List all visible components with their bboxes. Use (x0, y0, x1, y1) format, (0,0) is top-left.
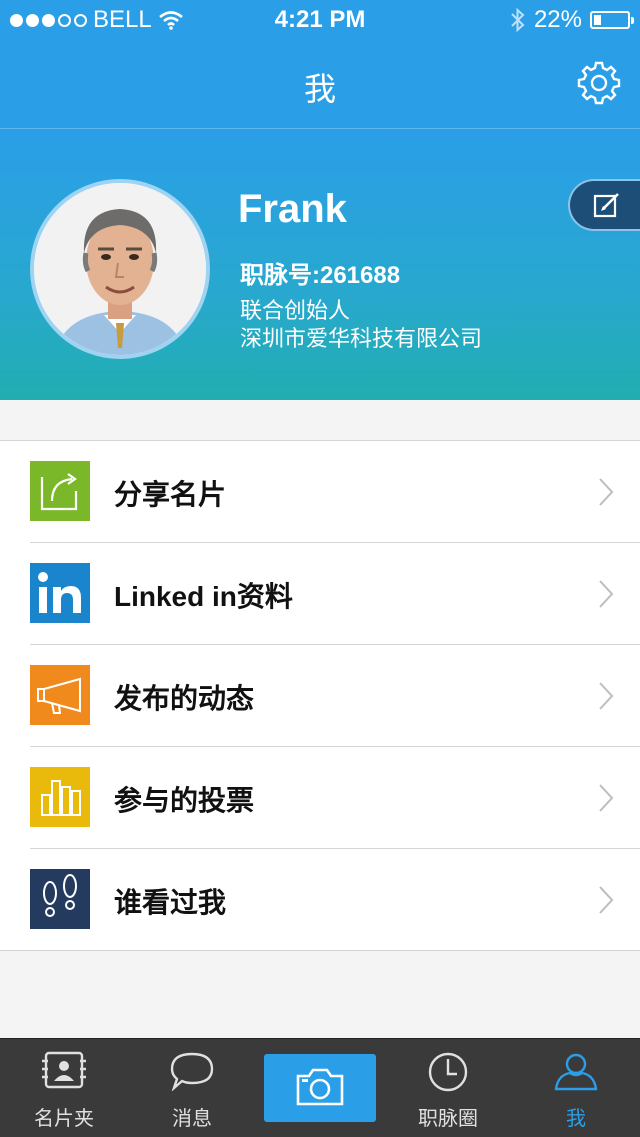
menu-item-share-card[interactable]: 分享名片 (30, 441, 640, 543)
tab-me[interactable]: 我 (512, 1039, 640, 1137)
person-icon (554, 1053, 598, 1091)
tab-label: 名片夹 (34, 1108, 94, 1130)
bluetooth-icon (511, 7, 525, 33)
chat-bubble-icon (170, 1052, 214, 1091)
menu-list: 分享名片 Linked in资料 发布的动态 参与的投票 谁看过我 (0, 440, 640, 951)
menu-item-label: 分享名片 (114, 479, 227, 510)
clock-icon (428, 1052, 468, 1092)
tab-messages[interactable]: 消息 (128, 1039, 256, 1137)
bar-chart-icon (30, 767, 90, 827)
chevron-right-icon (599, 784, 614, 812)
menu-item-label: Linked in资料 (114, 581, 293, 612)
menu-item-label: 谁看过我 (114, 887, 227, 918)
menu-item-visitors[interactable]: 谁看过我 (30, 849, 640, 950)
footprints-icon (30, 869, 90, 929)
menu-item-posts[interactable]: 发布的动态 (30, 645, 640, 747)
tab-label: 消息 (172, 1108, 212, 1130)
profile-name: Frank (238, 187, 347, 231)
edit-profile-button[interactable] (568, 179, 640, 231)
chevron-right-icon (599, 478, 614, 506)
menu-item-label: 参与的投票 (114, 785, 255, 816)
profile-id: 职脉号:261688 (240, 262, 401, 289)
tab-label: 我 (566, 1108, 586, 1130)
chevron-right-icon (599, 682, 614, 710)
status-bar: BELL 4:21 PM 22% (0, 0, 640, 40)
tab-circle[interactable]: 职脉圈 (384, 1039, 512, 1137)
chevron-right-icon (599, 886, 614, 914)
tab-label: 职脉圈 (418, 1108, 478, 1130)
linkedin-icon (30, 563, 90, 623)
menu-item-linkedin[interactable]: Linked in资料 (30, 543, 640, 645)
chevron-right-icon (599, 580, 614, 608)
camera-button[interactable] (264, 1054, 376, 1122)
edit-icon (593, 193, 619, 218)
avatar[interactable] (30, 179, 210, 359)
share-icon (30, 461, 90, 521)
profile-company: 深圳市爱华科技有限公司 (240, 326, 483, 351)
card-holder-icon (42, 1051, 86, 1089)
page-title: 我 (303, 71, 336, 107)
status-right: 22% (510, 6, 634, 34)
menu-item-label: 发布的动态 (114, 683, 255, 714)
top-bar: BELL 4:21 PM 22% 我 (0, 0, 640, 128)
battery-icon (590, 11, 634, 29)
profile-header: Frank 职脉号:261688 联合创始人 深圳市爱华科技有限公司 (0, 128, 640, 400)
tab-card-holder[interactable]: 名片夹 (0, 1039, 128, 1137)
battery-percent: 22% (533, 6, 582, 33)
menu-item-votes[interactable]: 参与的投票 (30, 747, 640, 849)
gear-icon[interactable] (576, 60, 622, 106)
megaphone-icon (30, 665, 90, 725)
camera-icon (296, 1068, 344, 1106)
